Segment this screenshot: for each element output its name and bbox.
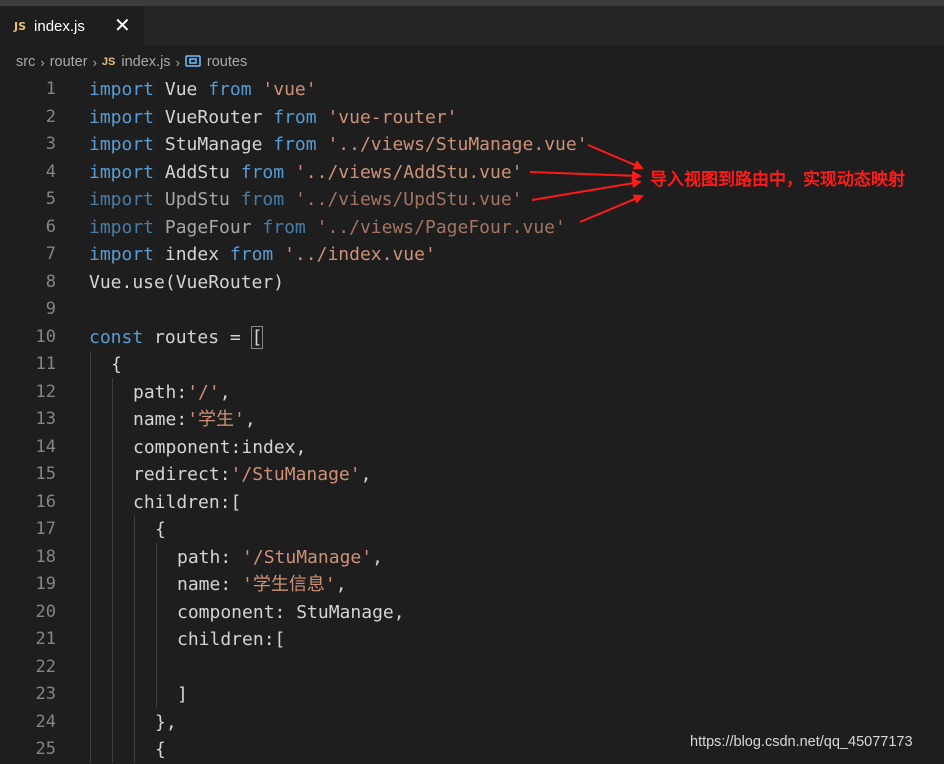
arrow-line xyxy=(579,194,644,223)
arrow-line xyxy=(587,144,644,170)
arrow-line xyxy=(531,178,642,201)
watermark: https://blog.csdn.net/qq_45077173 xyxy=(690,734,913,750)
arrow-line xyxy=(529,170,642,181)
annotation-label: 导入视图到路由中，实现动态映射 xyxy=(650,170,905,190)
annotation-arrows xyxy=(529,144,644,223)
